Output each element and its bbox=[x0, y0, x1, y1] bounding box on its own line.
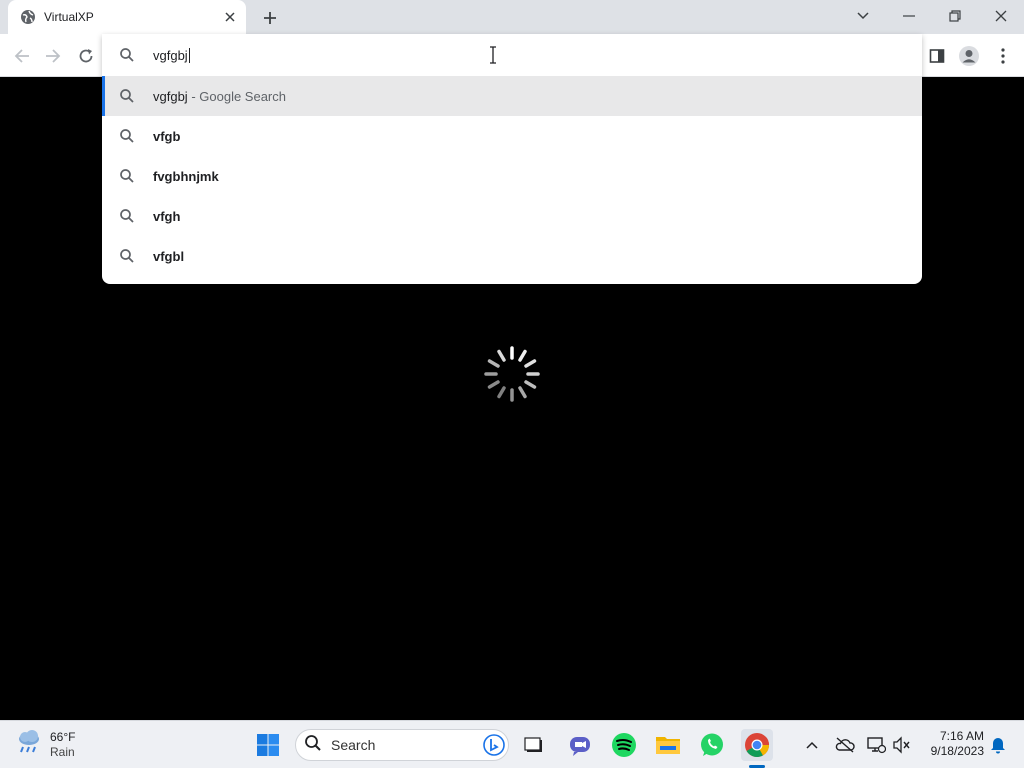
suggestion-item[interactable]: vfgh bbox=[102, 196, 922, 236]
search-icon bbox=[119, 47, 135, 63]
suggestion-text: vfgb bbox=[153, 128, 181, 144]
new-tab-button[interactable] bbox=[258, 6, 282, 30]
windows-start-icon[interactable] bbox=[252, 729, 284, 761]
tab-search-chevron-icon[interactable] bbox=[840, 0, 886, 32]
omnibox-dropdown: vgfgbj vgfgbj - Google Search vfgb fvgbh… bbox=[102, 34, 922, 284]
menu-kebab-icon[interactable] bbox=[990, 43, 1016, 69]
clock-time: 7:16 AM bbox=[939, 729, 984, 743]
clock-date: 9/18/2023 bbox=[930, 744, 984, 758]
onedrive-offline-icon[interactable] bbox=[833, 733, 857, 757]
network-icon[interactable] bbox=[864, 733, 888, 757]
tab-virtualxp[interactable]: VirtualXP bbox=[8, 0, 246, 34]
search-icon bbox=[119, 168, 135, 184]
restore-button[interactable] bbox=[932, 0, 978, 32]
suggestion-text: vgfgbj bbox=[153, 88, 188, 104]
search-icon bbox=[119, 128, 135, 144]
address-bar[interactable]: vgfgbj bbox=[102, 34, 922, 76]
task-view-icon[interactable] bbox=[518, 729, 550, 761]
suggestion-item[interactable]: vfgbl bbox=[102, 236, 922, 276]
taskbar-search-box[interactable]: Search bbox=[295, 729, 509, 761]
taskbar-search-label: Search bbox=[331, 737, 376, 753]
back-button[interactable] bbox=[9, 43, 35, 69]
minimize-button[interactable] bbox=[886, 0, 932, 32]
search-icon bbox=[304, 734, 322, 757]
globe-icon bbox=[20, 9, 36, 25]
address-input[interactable]: vgfgbj bbox=[153, 47, 190, 63]
loading-spinner-icon bbox=[482, 344, 542, 404]
suggestion-text: vfgbl bbox=[153, 248, 185, 264]
system-clock[interactable]: 7:16 AM 9/18/2023 bbox=[918, 729, 984, 759]
profile-avatar-icon[interactable] bbox=[956, 43, 982, 69]
teams-chat-icon[interactable] bbox=[564, 729, 596, 761]
chevron-up-icon[interactable] bbox=[800, 733, 824, 757]
notification-bell-icon[interactable] bbox=[986, 733, 1010, 757]
forward-button[interactable] bbox=[40, 43, 66, 69]
search-icon bbox=[119, 88, 135, 104]
file-explorer-icon[interactable] bbox=[652, 729, 684, 761]
bing-chat-icon[interactable] bbox=[482, 733, 506, 762]
rain-cloud-icon bbox=[14, 727, 44, 762]
suggestion-text: vfgh bbox=[153, 208, 181, 224]
suggestion-item[interactable]: fvgbhnjmk bbox=[102, 156, 922, 196]
chrome-icon[interactable] bbox=[741, 729, 773, 761]
whatsapp-icon[interactable] bbox=[696, 729, 728, 761]
close-tab-icon[interactable] bbox=[220, 7, 240, 27]
weather-widget[interactable]: 66°F Rain bbox=[14, 727, 75, 762]
text-caret bbox=[188, 47, 190, 63]
suggestion-item[interactable]: vgfgbj - Google Search bbox=[102, 76, 922, 116]
suggestion-item[interactable]: vfgb bbox=[102, 116, 922, 156]
tab-title: VirtualXP bbox=[44, 10, 94, 24]
close-window-button[interactable] bbox=[978, 0, 1024, 32]
tab-strip: VirtualXP bbox=[0, 0, 1024, 34]
suggestion-suffix: - Google Search bbox=[191, 88, 286, 104]
side-panel-icon[interactable] bbox=[924, 43, 950, 69]
search-icon bbox=[119, 208, 135, 224]
volume-muted-icon[interactable] bbox=[890, 733, 914, 757]
weather-condition: Rain bbox=[50, 744, 75, 759]
weather-temp: 66°F bbox=[50, 729, 76, 744]
suggestion-text: fvgbhnjmk bbox=[153, 168, 219, 184]
taskbar: 66°F Rain Search 7:16 AM 9/18/2023 bbox=[0, 720, 1024, 768]
reload-button[interactable] bbox=[73, 43, 99, 69]
search-icon bbox=[119, 248, 135, 264]
spotify-icon[interactable] bbox=[608, 729, 640, 761]
text-cursor-icon bbox=[488, 46, 498, 64]
